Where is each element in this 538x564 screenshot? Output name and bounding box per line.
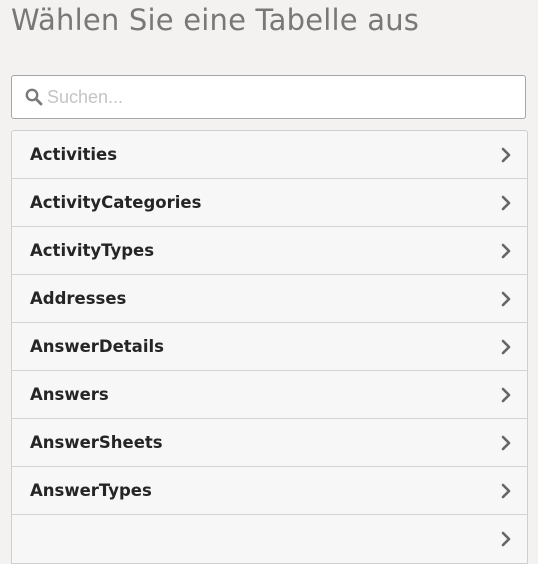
chevron-right-icon xyxy=(499,194,513,212)
list-item-label: Activities xyxy=(30,145,118,164)
list-item-activitycategories[interactable]: ActivityCategories xyxy=(12,179,527,227)
list-item-label: ActivityTypes xyxy=(30,241,155,260)
table-list: Activities ActivityCategories ActivityTy… xyxy=(11,130,528,564)
page-title: Wählen Sie eine Tabelle aus xyxy=(11,3,420,37)
chevron-right-icon xyxy=(499,386,513,404)
list-item-label: AnswerTypes xyxy=(30,481,152,500)
list-item-answerdetails[interactable]: AnswerDetails xyxy=(12,323,527,371)
list-item-label: ActivityCategories xyxy=(30,193,202,212)
chevron-right-icon xyxy=(499,290,513,308)
list-item-partial[interactable] xyxy=(12,515,527,563)
list-item-answersheets[interactable]: AnswerSheets xyxy=(12,419,527,467)
list-item-activitytypes[interactable]: ActivityTypes xyxy=(12,227,527,275)
list-item-answertypes[interactable]: AnswerTypes xyxy=(12,467,527,515)
search-box[interactable] xyxy=(11,75,526,119)
list-item-label: Addresses xyxy=(30,289,127,308)
list-item-label: AnswerSheets xyxy=(30,433,163,452)
chevron-right-icon xyxy=(499,242,513,260)
list-item-label: AnswerDetails xyxy=(30,337,164,356)
list-item-addresses[interactable]: Addresses xyxy=(12,275,527,323)
chevron-right-icon xyxy=(499,482,513,500)
search-input[interactable] xyxy=(47,82,507,112)
chevron-right-icon xyxy=(499,146,513,164)
search-icon xyxy=(25,88,43,106)
list-item-answers[interactable]: Answers xyxy=(12,371,527,419)
list-item-activities[interactable]: Activities xyxy=(12,131,527,179)
list-item-label: Answers xyxy=(30,385,109,404)
chevron-right-icon xyxy=(499,434,513,452)
chevron-right-icon xyxy=(499,338,513,356)
